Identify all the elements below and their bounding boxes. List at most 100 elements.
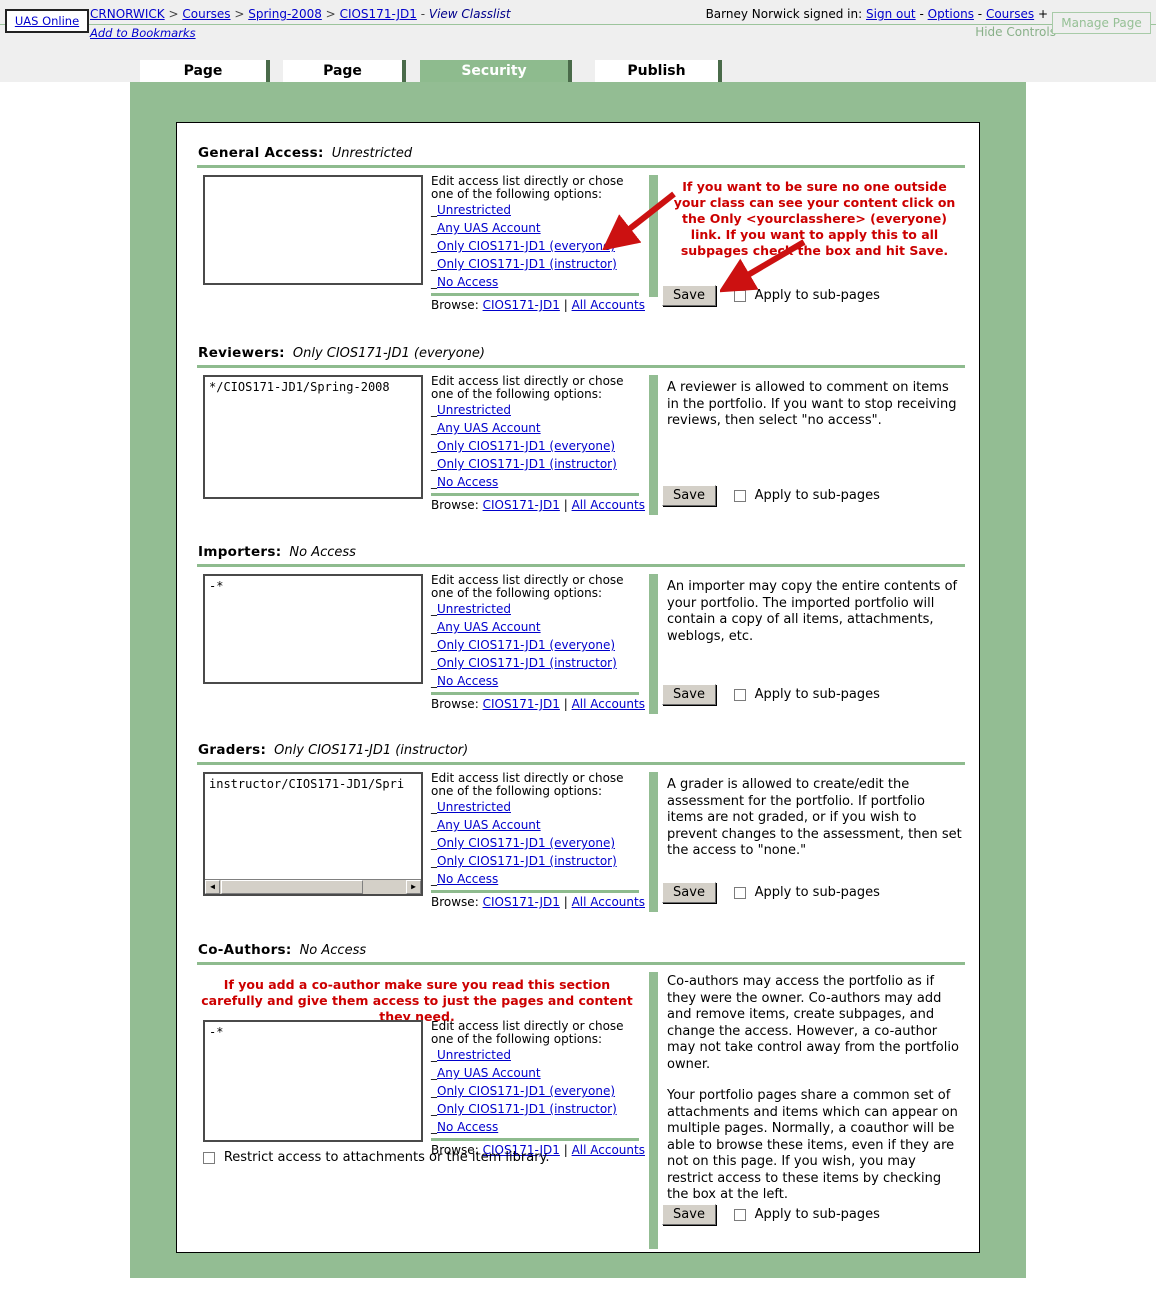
browse-course-link[interactable]: CIOS171-JD1 [483,498,560,512]
breadcrumb-item-courses[interactable]: Courses [182,7,230,21]
option-unrestricted-link[interactable]: Unrestricted [437,602,511,616]
option-only-everyone-link[interactable]: Only CIOS171-JD1 (everyone) [437,836,615,850]
tab-page-content[interactable]: Page Content [140,60,270,101]
save-button[interactable]: Save [662,1204,716,1225]
tab-publish-page[interactable]: Publish Page [595,60,722,101]
save-button[interactable]: Save [662,882,716,903]
option-only-everyone-link[interactable]: Only CIOS171-JD1 (everyone) [437,638,615,652]
browse-course-link[interactable]: CIOS171-JD1 [483,697,560,711]
add-to-bookmarks-link[interactable]: Add to Bookmarks [90,26,196,40]
add-to-bookmarks-label[interactable]: Add to Bookmarks [90,26,196,40]
browse-course-link[interactable]: CIOS171-JD1 [483,298,560,312]
uas-online-link[interactable]: UAS Online [15,14,79,28]
option-no-access-link[interactable]: No Access [437,1120,498,1134]
browse-all-accounts-link[interactable]: All Accounts [572,697,645,711]
option-only-instructor-link[interactable]: Only CIOS171-JD1 (instructor) [437,854,617,868]
general-access-acl-textarea[interactable] [203,175,423,285]
tab-page-design[interactable]: Page Design [283,60,406,101]
browse-all-accounts-link[interactable]: All Accounts [572,498,645,512]
option-any-uas-account-link[interactable]: Any UAS Account [437,620,541,634]
option-unrestricted[interactable]: _Unrestricted [431,401,639,419]
hide-controls-link[interactable]: Hide Controls [975,25,1056,39]
option-unrestricted-link[interactable]: Unrestricted [437,1048,511,1062]
option-no-access-link[interactable]: No Access [437,674,498,688]
option-no-access[interactable]: _No Access [431,870,639,888]
browse-all-accounts-link[interactable]: All Accounts [572,1143,645,1157]
option-only-instructor[interactable]: _Only CIOS171-JD1 (instructor) [431,654,639,672]
options-link[interactable]: Options [928,7,974,21]
breadcrumb-item-cios171-jd1[interactable]: CIOS171-JD1 [340,7,417,21]
option-only-everyone[interactable]: _Only CIOS171-JD1 (everyone) [431,834,639,852]
option-only-everyone[interactable]: _Only CIOS171-JD1 (everyone) [431,636,639,654]
section-vertical-bar [649,375,658,515]
option-unrestricted[interactable]: _Unrestricted [431,798,639,816]
option-only-instructor-link[interactable]: Only CIOS171-JD1 (instructor) [437,457,617,471]
uas-online-logo-button[interactable]: UAS Online [5,9,89,33]
option-no-access-link[interactable]: No Access [437,872,498,886]
option-no-access[interactable]: _No Access [431,273,639,291]
courses-link[interactable]: Courses [986,7,1034,21]
graders-acl-textarea[interactable]: instructor/CIOS171-JD1/Spri [209,777,404,791]
restrict-access-checkbox[interactable] [203,1151,215,1164]
option-unrestricted[interactable]: _Unrestricted [431,1046,639,1064]
option-any-uas-account-link[interactable]: Any UAS Account [437,221,541,235]
breadcrumb-item-crnorwick[interactable]: CRNORWICK [90,7,165,21]
option-only-everyone[interactable]: _Only CIOS171-JD1 (everyone) [431,1082,639,1100]
option-any-uas-account[interactable]: _Any UAS Account [431,618,639,636]
apply-subpages-checkbox[interactable] [733,489,746,502]
reviewers-acl-textarea[interactable]: */CIOS171-JD1/Spring-2008 [203,375,423,499]
importers-acl-textarea[interactable]: -* [203,574,423,684]
option-no-access[interactable]: _No Access [431,1118,639,1136]
coauthors-acl-textarea[interactable]: -* [203,1020,423,1142]
option-no-access[interactable]: _No Access [431,473,639,491]
browse-all-accounts-link[interactable]: All Accounts [572,298,645,312]
scrollbar-thumb[interactable] [221,880,363,894]
coauthors-save-row: Save Apply to sub-pages [662,1204,880,1225]
option-only-instructor[interactable]: _Only CIOS171-JD1 (instructor) [431,455,639,473]
option-any-uas-account[interactable]: _Any UAS Account [431,419,639,437]
save-button[interactable]: Save [662,285,716,306]
general-access-value: Unrestricted [331,146,413,161]
option-unrestricted[interactable]: _Unrestricted [431,600,639,618]
manage-page-button[interactable]: Manage Page [1052,12,1151,34]
option-only-instructor[interactable]: _Only CIOS171-JD1 (instructor) [431,1100,639,1118]
plus-icon[interactable]: + [1038,7,1048,21]
save-button[interactable]: Save [662,684,716,705]
option-only-instructor[interactable]: _Only CIOS171-JD1 (instructor) [431,255,639,273]
option-only-everyone-link[interactable]: Only CIOS171-JD1 (everyone) [437,439,615,453]
option-no-access-link[interactable]: No Access [437,275,498,289]
option-unrestricted-link[interactable]: Unrestricted [437,800,511,814]
option-only-instructor-link[interactable]: Only CIOS171-JD1 (instructor) [437,257,617,271]
save-button[interactable]: Save [662,485,716,506]
option-only-everyone-link[interactable]: Only CIOS171-JD1 (everyone) [437,1084,615,1098]
option-any-uas-account-link[interactable]: Any UAS Account [437,1066,541,1080]
scroll-right-arrow-icon[interactable]: ▶ [406,880,421,894]
option-only-everyone[interactable]: _Only CIOS171-JD1 (everyone) [431,437,639,455]
option-unrestricted-link[interactable]: Unrestricted [437,203,511,217]
option-no-access-link[interactable]: No Access [437,475,498,489]
option-unrestricted-link[interactable]: Unrestricted [437,403,511,417]
graders-horizontal-scrollbar[interactable]: ◀ ▶ [205,879,421,894]
breadcrumb-item-spring-2008[interactable]: Spring-2008 [248,7,322,21]
option-any-uas-account[interactable]: _Any UAS Account [431,816,639,834]
option-any-uas-account[interactable]: _Any UAS Account [431,1064,639,1082]
apply-subpages-checkbox[interactable] [733,886,746,899]
option-only-instructor-link[interactable]: Only CIOS171-JD1 (instructor) [437,1102,617,1116]
tab-security-settings[interactable]: Security Settings [420,60,572,101]
browse-separator: | [563,498,568,512]
view-classlist-link[interactable]: View Classlist [429,7,511,21]
option-no-access[interactable]: _No Access [431,672,639,690]
option-only-everyone-link[interactable]: Only CIOS171-JD1 (everyone) [437,239,615,253]
graders-acl-textarea-wrapper[interactable]: instructor/CIOS171-JD1/Spri ◀ ▶ [203,772,423,896]
sign-out-link[interactable]: Sign out [866,7,916,21]
scroll-left-arrow-icon[interactable]: ◀ [205,880,220,894]
apply-subpages-checkbox[interactable] [733,1208,746,1221]
apply-subpages-checkbox[interactable] [733,688,746,701]
browse-label: Browse: [431,697,479,711]
browse-course-link[interactable]: CIOS171-JD1 [483,895,560,909]
option-any-uas-account-link[interactable]: Any UAS Account [437,818,541,832]
option-only-instructor[interactable]: _Only CIOS171-JD1 (instructor) [431,852,639,870]
option-any-uas-account-link[interactable]: Any UAS Account [437,421,541,435]
option-only-instructor-link[interactable]: Only CIOS171-JD1 (instructor) [437,656,617,670]
browse-all-accounts-link[interactable]: All Accounts [572,895,645,909]
